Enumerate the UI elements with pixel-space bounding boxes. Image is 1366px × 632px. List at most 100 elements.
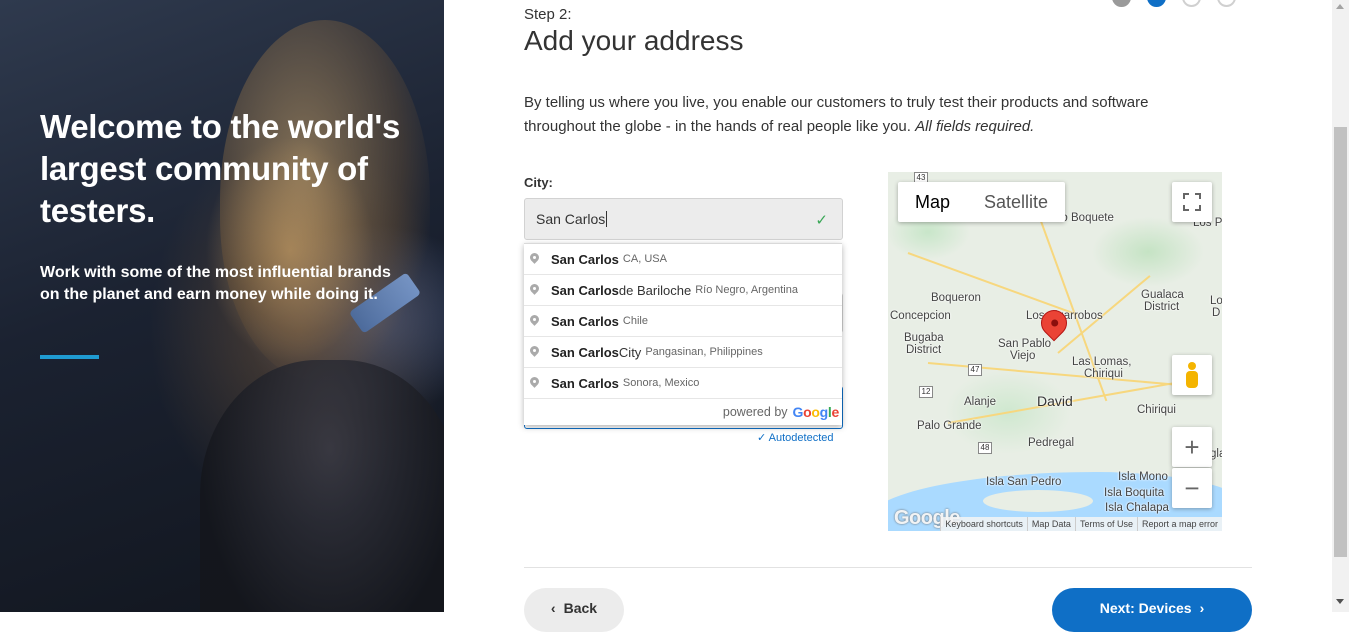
route-shield: 48 [978, 442, 992, 454]
autodetected-check-icon: ✓ [757, 432, 767, 444]
map-label: Boqueron [931, 292, 981, 304]
city-label: City: [524, 175, 553, 190]
autocomplete-suggestion[interactable]: San Carlos de Bariloche Río Negro, Argen… [524, 275, 842, 306]
scroll-up-arrow-icon[interactable] [1336, 4, 1344, 9]
suggestion-secondary: Pangasinan, Philippines [645, 346, 763, 358]
map-label: Concepcion [890, 310, 951, 322]
address-form-section: Step 2: Add your address By telling us w… [444, 0, 1332, 632]
map-data-link[interactable]: Map Data [1026, 517, 1075, 531]
hero-photo-body [200, 360, 444, 612]
intro-required-note: All fields required. [915, 118, 1035, 135]
map-footer: Keyboard shortcuts Map Data Terms of Use… [888, 517, 1222, 531]
street-view-button[interactable] [1172, 355, 1212, 395]
city-input-value: San Carlos [536, 211, 606, 227]
step-label: Step 2: [524, 6, 572, 23]
hero-accent-rule [40, 355, 99, 359]
scrollbar-thumb[interactable] [1334, 127, 1347, 557]
suggestion-match: San Carlos [551, 313, 619, 329]
autocomplete-suggestion[interactable]: San Carlos City Pangasinan, Philippines [524, 337, 842, 368]
footer-divider [524, 567, 1252, 568]
map-label: Bugaba [904, 332, 944, 344]
location-pin-icon [530, 346, 539, 359]
suggestion-match: San Carlos [551, 282, 619, 298]
location-map[interactable]: Alto Boquete Los Po Boqueron Concepcion … [888, 172, 1222, 531]
suggestion-secondary: Chile [622, 315, 648, 327]
hero-panel: Welcome to the world's largest community… [0, 0, 444, 612]
map-road [927, 362, 1188, 387]
zoom-in-button[interactable]: + [1172, 427, 1212, 467]
text-caret [606, 211, 608, 227]
suggestion-secondary: CA, USA [622, 253, 667, 265]
intro-text: By telling us where you live, you enable… [524, 91, 1214, 139]
map-label: San Pablo [998, 338, 1052, 350]
map-type-map-button[interactable]: Map [898, 182, 967, 222]
map-label: Isla Chalapa [1105, 502, 1169, 514]
map-label: District [906, 344, 942, 356]
keyboard-shortcuts-link[interactable]: Keyboard shortcuts [940, 517, 1027, 531]
map-label: Palo Grande [917, 420, 982, 432]
map-type-satellite-button[interactable]: Satellite [967, 182, 1065, 222]
map-label: Isla Mono [1118, 471, 1168, 483]
suggestion-secondary: Sonora, Mexico [622, 377, 700, 389]
map-road [907, 252, 1078, 316]
step-dot-3 [1182, 0, 1201, 7]
powered-by-google: powered by Google [524, 399, 842, 425]
autodetected-note: ✓ Autodetected [757, 431, 834, 444]
city-autocomplete-dropdown: San Carlos CA, USA San Carlos de Bariloc… [524, 243, 842, 425]
city-input[interactable]: San Carlos ✓ [524, 198, 843, 240]
step-dot-2 [1147, 0, 1166, 7]
suggestion-secondary: Río Negro, Argentina [695, 284, 798, 296]
step-progress [1112, 0, 1236, 7]
map-label: Viejo [1010, 350, 1036, 362]
chevron-left-icon: ‹ [550, 600, 556, 616]
fullscreen-icon [1183, 193, 1201, 211]
suggestion-match: San Carlos [551, 251, 619, 267]
zoom-out-button[interactable]: − [1172, 468, 1212, 508]
map-label: Isla Boquita [1104, 487, 1165, 499]
suggestion-rest: de Bariloche [618, 282, 692, 298]
autocomplete-suggestion[interactable]: San Carlos Sonora, Mexico [524, 368, 842, 399]
route-shield: 12 [919, 386, 933, 398]
suggestion-match: San Carlos [551, 375, 619, 391]
map-label: Pedregal [1028, 437, 1075, 449]
hero-subtext: Work with some of the most influential b… [40, 264, 391, 303]
scroll-down-arrow-icon[interactable] [1336, 599, 1344, 604]
chevron-right-icon: › [1199, 600, 1205, 616]
step-dot-4 [1217, 0, 1236, 7]
autocomplete-suggestion[interactable]: San Carlos Chile [524, 306, 842, 337]
next-button[interactable]: Next: Devices › [1052, 588, 1252, 632]
map-label: Alanje [964, 396, 996, 408]
intro-body: By telling us where you live, you enable… [524, 94, 1149, 135]
back-button[interactable]: ‹ Back [524, 588, 624, 632]
map-type-control: Map Satellite [898, 182, 1066, 222]
step-dot-1 [1112, 0, 1131, 7]
report-map-error-link[interactable]: Report a map error [1136, 517, 1222, 531]
back-button-label: Back [563, 600, 598, 616]
next-button-label: Next: Devices [1099, 600, 1192, 616]
map-label: David [1037, 393, 1073, 409]
map-label: Las Lomas, [1072, 356, 1132, 368]
location-pin-icon [530, 315, 539, 328]
terms-of-use-link[interactable]: Terms of Use [1074, 517, 1137, 531]
powered-by-label: powered by [722, 405, 788, 419]
google-logo: Google [792, 404, 840, 420]
map-label: Chiriqui [1137, 404, 1176, 416]
map-label: Los A [1210, 295, 1222, 307]
valid-check-icon: ✓ [815, 212, 828, 229]
map-label: D [1212, 307, 1221, 319]
page-scrollbar[interactable] [1332, 0, 1349, 612]
location-pin-icon [530, 284, 539, 297]
map-island [983, 490, 1093, 512]
minus-icon: − [1184, 472, 1200, 503]
fullscreen-button[interactable] [1172, 182, 1212, 222]
map-label: Isla San Pedro [986, 476, 1062, 488]
autodetected-label: Autodetected [768, 432, 834, 444]
pegman-icon [1186, 362, 1198, 388]
autocomplete-suggestion[interactable]: San Carlos CA, USA [524, 244, 842, 275]
map-label: Gualaca [1141, 289, 1184, 301]
route-shield: 47 [968, 364, 982, 376]
location-pin-icon [530, 377, 539, 390]
location-pin-icon [530, 253, 539, 266]
suggestion-match: San Carlos [551, 344, 619, 360]
map-label: Chiriqui [1084, 368, 1123, 380]
